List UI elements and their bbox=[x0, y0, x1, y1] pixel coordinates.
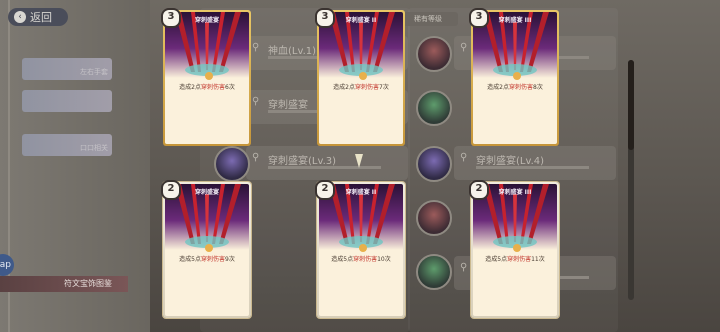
magnifier-icon: ⚲ bbox=[460, 262, 468, 273]
back-label: 返回 bbox=[30, 11, 52, 24]
magnifier-icon: ⚲ bbox=[460, 42, 468, 53]
avatar bbox=[416, 254, 452, 290]
card-description: 造成2点穿刺伤害7次 bbox=[333, 84, 389, 91]
footer-tag[interactable]: 符文宝饰图鉴 bbox=[0, 276, 128, 292]
list-row-name: 神血(Lv.1) bbox=[268, 46, 317, 57]
upgrade-arrow-icon bbox=[355, 154, 363, 168]
side-card-label: 口口相关 bbox=[80, 144, 108, 152]
scrollbar[interactable] bbox=[628, 60, 634, 300]
skill-card[interactable]: 穿刺盛宴 造成2点穿刺伤害6次 3 bbox=[161, 8, 251, 146]
ap-badge[interactable]: ap bbox=[0, 254, 14, 276]
magnifier-icon: ⚲ bbox=[252, 152, 260, 163]
cost-badge: 3 bbox=[469, 8, 489, 28]
pierce-icon bbox=[205, 244, 213, 252]
back-button[interactable]: ‹ 返回 bbox=[8, 8, 68, 26]
pierce-icon bbox=[359, 72, 367, 80]
list-row[interactable]: ⚲ 穿刺盛宴(Lv.4) bbox=[454, 146, 616, 180]
list-row[interactable]: ⚲ 穿刺盛宴(Lv.3) bbox=[246, 146, 408, 180]
card-description: 造成5点穿刺伤害10次 bbox=[331, 256, 391, 263]
card-face: 穿刺盛宴 III 造成2点穿刺伤害8次 bbox=[473, 12, 557, 144]
magnifier-icon: ⚲ bbox=[252, 42, 260, 53]
avatar bbox=[416, 36, 452, 72]
side-card-label: 左右手套 bbox=[80, 68, 108, 76]
cost-badge: 2 bbox=[315, 180, 335, 200]
skill-card[interactable]: 穿刺盛宴 II 造成2点穿刺伤害7次 3 bbox=[315, 8, 405, 146]
card-face: 穿刺盛宴 造成2点穿刺伤害6次 bbox=[165, 12, 249, 144]
avatar bbox=[416, 200, 452, 236]
cost-badge: 2 bbox=[469, 180, 489, 200]
list-row-name: 穿刺盛宴(Lv.4) bbox=[476, 156, 545, 167]
scrollbar-thumb[interactable] bbox=[628, 60, 634, 150]
side-card-1[interactable]: 左右手套 bbox=[22, 58, 112, 80]
card-description: 造成5点穿刺伤害11次 bbox=[485, 256, 545, 263]
cost-badge: 2 bbox=[161, 180, 181, 200]
card-face: 穿刺盛宴 II 造成5点穿刺伤害10次 bbox=[319, 184, 403, 316]
list-row-name: 穿刺盛宴(Lv.3) bbox=[268, 156, 337, 167]
magnifier-icon: ⚲ bbox=[460, 152, 468, 163]
list-row-desc bbox=[476, 166, 590, 169]
avatar bbox=[416, 146, 452, 182]
card-description: 造成2点穿刺伤害6次 bbox=[179, 84, 235, 91]
skill-card[interactable]: 穿刺盛宴 II 造成5点穿刺伤害10次 2 bbox=[315, 180, 405, 318]
list-row-name: 穿刺盛宴 bbox=[268, 100, 308, 111]
pierce-icon bbox=[513, 72, 521, 80]
rarity-filter[interactable]: 稀有等级 bbox=[398, 12, 458, 26]
sidebar: ‹ 返回 左右手套 口口相关 ap 符文宝饰图鉴 bbox=[0, 0, 150, 332]
side-card-3[interactable]: 口口相关 bbox=[22, 134, 112, 156]
pierce-icon bbox=[513, 244, 521, 252]
pierce-icon bbox=[205, 72, 213, 80]
avatar bbox=[416, 90, 452, 126]
card-face: 穿刺盛宴 造成5点穿刺伤害9次 bbox=[165, 184, 249, 316]
side-card-2[interactable] bbox=[22, 90, 112, 112]
skill-card[interactable]: 穿刺盛宴 III 造成5点穿刺伤害11次 2 bbox=[469, 180, 559, 318]
avatar bbox=[214, 146, 250, 182]
skill-card[interactable]: 穿刺盛宴 造成5点穿刺伤害9次 2 bbox=[161, 180, 251, 318]
skill-card[interactable]: 穿刺盛宴 III 造成2点穿刺伤害8次 3 bbox=[469, 8, 559, 146]
cost-badge: 3 bbox=[315, 8, 335, 28]
list-row-desc bbox=[268, 166, 382, 169]
card-face: 穿刺盛宴 II 造成2点穿刺伤害7次 bbox=[319, 12, 403, 144]
card-face: 穿刺盛宴 III 造成5点穿刺伤害11次 bbox=[473, 184, 557, 316]
magnifier-icon: ⚲ bbox=[252, 96, 260, 107]
cost-badge: 3 bbox=[161, 8, 181, 28]
pierce-icon bbox=[359, 244, 367, 252]
card-description: 造成5点穿刺伤害9次 bbox=[179, 256, 235, 263]
back-arrow-icon: ‹ bbox=[14, 11, 26, 23]
card-description: 造成2点穿刺伤害8次 bbox=[487, 84, 543, 91]
